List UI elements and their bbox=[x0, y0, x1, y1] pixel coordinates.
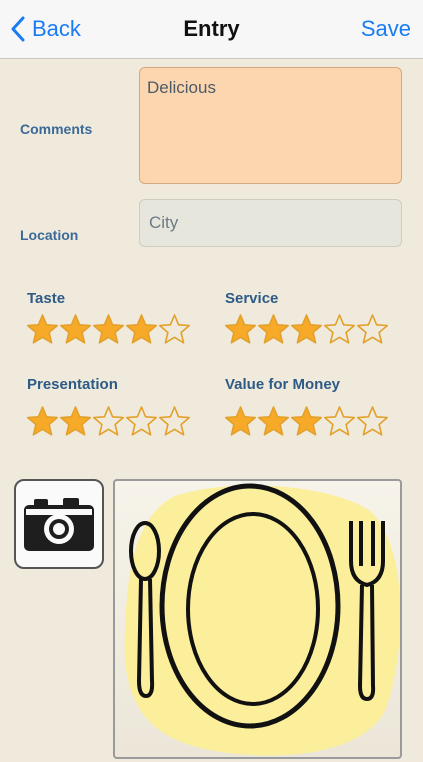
rating-label-value-for-money: Value for Money bbox=[225, 376, 341, 393]
star-empty-icon[interactable] bbox=[158, 313, 191, 346]
star-filled-icon[interactable] bbox=[257, 313, 290, 346]
location-label: Location bbox=[20, 227, 79, 243]
camera-icon bbox=[24, 498, 94, 551]
save-button[interactable]: Save bbox=[361, 16, 411, 42]
star-empty-icon[interactable] bbox=[356, 313, 389, 346]
rating-label-presentation: Presentation bbox=[27, 376, 118, 393]
plate-fork-spoon-icon bbox=[124, 483, 401, 756]
star-empty-icon[interactable] bbox=[356, 405, 389, 438]
rating-stars-presentation[interactable] bbox=[26, 405, 192, 441]
star-filled-icon[interactable] bbox=[59, 313, 92, 346]
page-title: Entry bbox=[183, 16, 240, 41]
star-empty-icon[interactable] bbox=[125, 405, 158, 438]
comments-label: Comments bbox=[20, 121, 93, 137]
star-filled-icon[interactable] bbox=[257, 405, 290, 438]
star-empty-icon[interactable] bbox=[92, 405, 125, 438]
rating-label-taste: Taste bbox=[27, 290, 66, 307]
nav-bar: Back Entry Save bbox=[0, 0, 423, 59]
rating-label-service: Service bbox=[225, 290, 279, 307]
photo-frame[interactable] bbox=[113, 479, 402, 759]
star-filled-icon[interactable] bbox=[125, 313, 158, 346]
star-filled-icon[interactable] bbox=[290, 313, 323, 346]
star-filled-icon[interactable] bbox=[26, 313, 59, 346]
star-filled-icon[interactable] bbox=[224, 405, 257, 438]
location-input[interactable]: City bbox=[139, 199, 402, 247]
star-empty-icon[interactable] bbox=[158, 405, 191, 438]
star-empty-icon[interactable] bbox=[323, 313, 356, 346]
rating-stars-value-for-money[interactable] bbox=[224, 405, 390, 441]
star-filled-icon[interactable] bbox=[26, 405, 59, 438]
camera-button[interactable] bbox=[14, 479, 104, 569]
star-filled-icon[interactable] bbox=[59, 405, 92, 438]
star-empty-icon[interactable] bbox=[323, 405, 356, 438]
rating-stars-taste[interactable] bbox=[26, 313, 192, 349]
star-filled-icon[interactable] bbox=[92, 313, 125, 346]
star-filled-icon[interactable] bbox=[290, 405, 323, 438]
comments-textarea[interactable]: Delicious bbox=[139, 67, 402, 184]
rating-stars-service[interactable] bbox=[224, 313, 390, 349]
star-filled-icon[interactable] bbox=[224, 313, 257, 346]
